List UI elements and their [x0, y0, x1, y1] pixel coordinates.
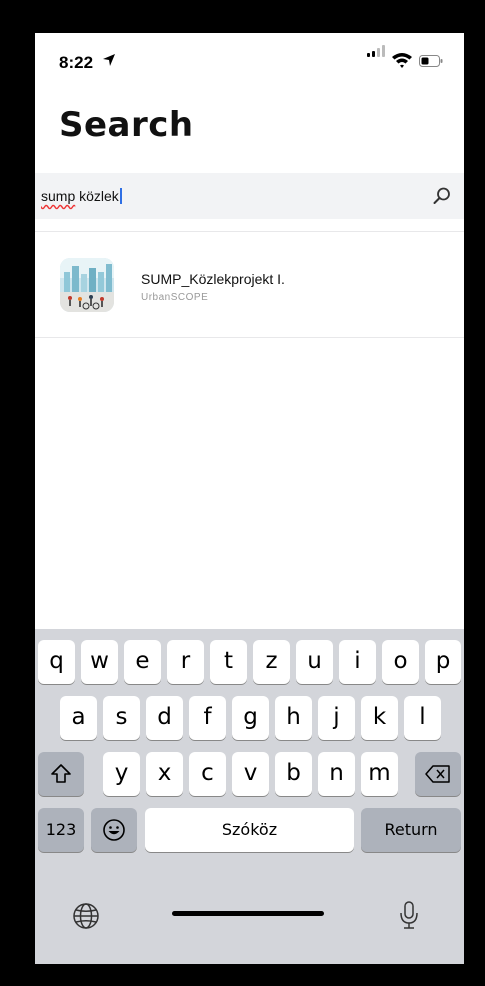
search-input[interactable]: sump közlek — [41, 188, 122, 204]
key-n[interactable]: n — [318, 752, 355, 796]
key-p[interactable]: p — [425, 640, 461, 684]
search-text: közlek — [75, 188, 119, 204]
battery-icon — [419, 55, 443, 67]
key-e[interactable]: e — [124, 640, 161, 684]
search-text-underlined: sump — [41, 188, 76, 204]
page-title: Search — [59, 105, 194, 145]
backspace-key[interactable] — [415, 752, 461, 796]
microphone-icon[interactable] — [398, 900, 420, 930]
key-s[interactable]: s — [103, 696, 140, 740]
result-subtitle: UrbanSCOPE — [141, 292, 209, 303]
key-g[interactable]: g — [232, 696, 269, 740]
shift-icon — [51, 764, 71, 783]
text-cursor — [119, 188, 122, 204]
key-k[interactable]: k — [361, 696, 398, 740]
key-m[interactable]: m — [361, 752, 398, 796]
divider — [35, 231, 464, 232]
key-r[interactable]: r — [167, 640, 204, 684]
wifi-icon — [392, 53, 412, 68]
key-d[interactable]: d — [146, 696, 183, 740]
result-title: SUMP_Közlekprojekt I. — [141, 271, 285, 287]
key-y[interactable]: y — [103, 752, 140, 796]
emoji-icon — [103, 819, 125, 841]
backspace-icon — [425, 765, 450, 783]
app-thumbnail-icon — [60, 258, 114, 312]
home-indicator — [172, 911, 324, 916]
location-arrow-icon — [103, 54, 115, 66]
key-u[interactable]: u — [296, 640, 333, 684]
key-w[interactable]: w — [81, 640, 118, 684]
phone-screen: 8:22 Search sump közlek SUMP_Közlekproje… — [35, 33, 464, 964]
key-i[interactable]: i — [339, 640, 376, 684]
key-v[interactable]: v — [232, 752, 269, 796]
key-a[interactable]: a — [60, 696, 97, 740]
key-t[interactable]: t — [210, 640, 247, 684]
key-h[interactable]: h — [275, 696, 312, 740]
key-b[interactable]: b — [275, 752, 312, 796]
status-bar: 8:22 — [35, 33, 464, 93]
key-j[interactable]: j — [318, 696, 355, 740]
key-q[interactable]: q — [38, 640, 75, 684]
globe-icon[interactable] — [72, 902, 100, 930]
result-item[interactable]: SUMP_Közlekprojekt I. UrbanSCOPE — [35, 233, 464, 337]
status-time: 8:22 — [59, 53, 94, 72]
key-x[interactable]: x — [146, 752, 183, 796]
emoji-key[interactable] — [91, 808, 137, 852]
key-f[interactable]: f — [189, 696, 226, 740]
numbers-key[interactable]: 123 — [38, 808, 84, 852]
key-c[interactable]: c — [189, 752, 226, 796]
key-l[interactable]: l — [404, 696, 441, 740]
search-bar[interactable]: sump közlek — [35, 173, 464, 219]
return-key[interactable]: Return — [361, 808, 461, 852]
search-icon[interactable] — [432, 186, 452, 206]
key-z[interactable]: z — [253, 640, 290, 684]
key-o[interactable]: o — [382, 640, 419, 684]
shift-key[interactable] — [38, 752, 84, 796]
divider — [35, 337, 464, 338]
space-key[interactable]: Szóköz — [145, 808, 354, 852]
